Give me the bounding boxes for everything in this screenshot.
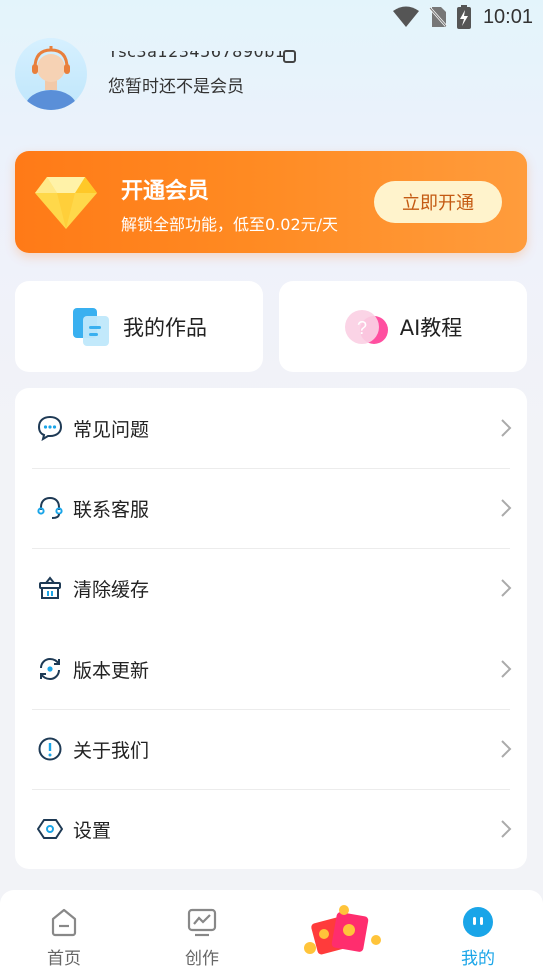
my-works-card[interactable]: 我的作品	[15, 281, 263, 372]
menu-item-faq[interactable]: 常见问题	[15, 388, 527, 468]
wifi-icon	[392, 6, 419, 27]
tab-label-home: 首页	[47, 949, 81, 969]
avatar-person-icon	[25, 46, 77, 110]
chevron-right-icon	[501, 660, 512, 678]
menu-label-about: 关于我们	[73, 739, 150, 762]
status-icons: 10:01	[392, 5, 533, 29]
menu-label-faq: 常见问题	[73, 418, 150, 441]
menu-item-update[interactable]: 版本更新	[15, 629, 527, 709]
copy-icon[interactable]	[283, 48, 297, 64]
menu-label-settings: 设置	[73, 819, 112, 842]
avatar[interactable]	[15, 38, 87, 110]
menu-label-clear-cache: 清除缓存	[73, 578, 150, 601]
tab-home[interactable]: 首页	[14, 890, 114, 978]
vip-banner[interactable]: 开通会员 解锁全部功能，低至0.02元/天 立即开通	[15, 151, 527, 253]
menu-label-update: 版本更新	[73, 659, 150, 682]
chevron-right-icon	[501, 499, 512, 517]
info-icon	[38, 737, 62, 761]
chart-icon	[187, 908, 217, 937]
settings-menu: 常见问题 联系客服 清除缓存 版本更新 关于我们 设置	[15, 388, 527, 869]
refresh-icon	[40, 657, 60, 681]
vip-subtitle: 解锁全部功能，低至0.02元/天	[121, 215, 339, 234]
battery-charging-icon	[456, 5, 471, 29]
hexagon-settings-icon	[37, 819, 63, 839]
menu-item-settings[interactable]: 设置	[15, 789, 527, 869]
tab-red-envelope[interactable]	[290, 890, 390, 978]
chat-bubble-icon	[37, 415, 63, 441]
tab-label-mine: 我的	[461, 949, 495, 969]
robot-face-icon	[463, 907, 493, 937]
ai-tutorial-label: AI教程	[399, 315, 463, 340]
svg-text:?: ?	[357, 318, 367, 338]
documents-icon	[73, 307, 109, 346]
vip-title: 开通会员	[121, 179, 210, 204]
chevron-right-icon	[501, 419, 512, 437]
chevron-right-icon	[501, 820, 512, 838]
tab-label-create: 创作	[185, 949, 219, 969]
chevron-right-icon	[501, 740, 512, 758]
user-id: Ysc3a1234567890b1	[108, 42, 286, 61]
diamond-icon	[35, 177, 97, 229]
bottom-tab-bar: 首页 创作 我的	[0, 890, 543, 978]
menu-item-support[interactable]: 联系客服	[15, 468, 527, 548]
home-icon	[51, 908, 77, 937]
open-vip-button[interactable]: 立即开通	[374, 181, 502, 223]
menu-item-about[interactable]: 关于我们	[15, 709, 527, 789]
menu-label-support: 联系客服	[73, 498, 150, 521]
member-status: 您暂时还不是会员	[108, 77, 244, 97]
status-time: 10:01	[482, 5, 533, 28]
no-sim-icon	[429, 7, 447, 27]
ai-tutorial-card[interactable]: ? AI教程	[279, 281, 527, 372]
chevron-right-icon	[501, 579, 512, 597]
basket-icon	[39, 576, 61, 599]
red-envelope-icon	[304, 905, 381, 955]
my-works-label: 我的作品	[123, 315, 207, 340]
headset-icon	[37, 496, 63, 519]
profile-header: Ysc3a1234567890b1 您暂时还不是会员	[15, 30, 528, 120]
tab-mine[interactable]: 我的	[428, 890, 528, 978]
tab-create[interactable]: 创作	[152, 890, 252, 978]
menu-item-clear-cache[interactable]: 清除缓存	[15, 548, 527, 628]
question-bubble-icon: ?	[344, 309, 388, 344]
